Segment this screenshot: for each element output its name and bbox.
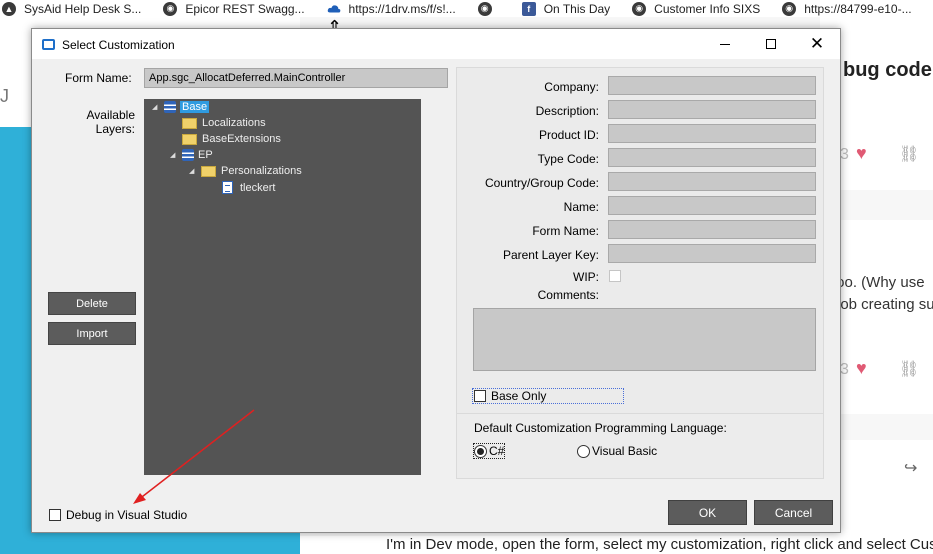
post-heading: bug code — [843, 59, 932, 81]
product-id-field[interactable] — [608, 124, 816, 143]
database-icon — [164, 101, 176, 113]
facebook-icon: f — [521, 1, 536, 16]
country-group-code-label: Country/Group Code: — [484, 176, 599, 190]
description-field[interactable] — [608, 100, 816, 119]
type-code-label: Type Code: — [537, 152, 599, 166]
onedrive-icon — [327, 2, 341, 16]
page-left-glyph: J — [0, 86, 9, 106]
available-layers-label: Available — [86, 108, 135, 122]
description-label: Description: — [535, 104, 599, 118]
close-icon: ✕ — [809, 34, 825, 53]
bookmark-onedrive[interactable]: https://1drv.ms/f/s!... — [327, 2, 456, 16]
ok-button[interactable]: OK — [668, 500, 747, 525]
name-label: Name: — [563, 200, 599, 214]
folder-icon — [182, 133, 197, 145]
globe-icon: ◉ — [477, 1, 492, 16]
globe-icon: ◉ — [632, 1, 647, 16]
name-field[interactable] — [608, 196, 816, 215]
company-label: Company: — [544, 80, 599, 94]
collapse-icon[interactable]: ◢ — [152, 103, 160, 111]
checkbox-icon — [474, 390, 486, 402]
available-layers-label: Layers: — [95, 122, 135, 136]
collapse-icon[interactable]: ◢ — [189, 167, 197, 175]
post-body-text: I'm in Dev mode, open the form, select m… — [300, 536, 933, 554]
window-icon — [42, 39, 55, 50]
tree-node-base[interactable]: ◢ Base — [152, 101, 210, 113]
bookmark-84799[interactable]: ◉ https://84799-e10-... — [782, 1, 912, 16]
minimize-button[interactable] — [702, 29, 748, 59]
company-field[interactable] — [608, 76, 816, 95]
form-name-detail-field[interactable] — [608, 220, 816, 239]
bookmark-on-this-day[interactable]: f On This Day — [521, 1, 610, 16]
reply-icon[interactable]: ↪ — [904, 458, 917, 478]
wip-label: WIP: — [573, 270, 599, 284]
folder-icon — [182, 117, 197, 129]
tree-node-ep[interactable]: ◢ EP — [170, 149, 213, 161]
radio-selected-icon — [474, 444, 487, 458]
sysaid-icon: ▲ — [2, 1, 16, 16]
post-text-line: too. (Why use — [832, 274, 925, 291]
country-group-code-field[interactable] — [608, 172, 816, 191]
like-count: 3 — [840, 146, 849, 163]
dialog-title: Select Customization — [62, 38, 175, 52]
radio-visual-basic[interactable]: Visual Basic — [577, 444, 657, 458]
comments-field[interactable] — [473, 308, 816, 371]
wip-checkbox[interactable] — [609, 270, 621, 282]
close-button[interactable]: ✕ — [794, 29, 840, 59]
like-count: 3 — [840, 361, 849, 378]
comments-label: Comments: — [537, 288, 599, 302]
post-text-line: job creating su — [837, 296, 933, 313]
form-name-field[interactable]: App.sgc_AllocatDeferred.MainController — [144, 68, 448, 88]
database-icon — [182, 149, 194, 161]
link-icon[interactable]: ⛓ — [899, 359, 919, 379]
select-customization-dialog: Select Customization ✕ Form Name: App.sg… — [31, 28, 841, 533]
document-icon — [222, 181, 233, 194]
maximize-button[interactable] — [748, 29, 794, 59]
bookmark-customer-info[interactable]: ◉ Customer Info SIXS — [632, 1, 760, 16]
heart-icon[interactable]: ♥ — [856, 143, 867, 164]
parent-layer-key-label: Parent Layer Key: — [502, 248, 599, 262]
globe-icon: ◉ — [163, 1, 178, 16]
delete-button[interactable]: Delete — [48, 292, 136, 315]
radio-icon — [577, 444, 590, 458]
radio-csharp[interactable]: C# — [472, 443, 506, 459]
debug-in-visual-studio-checkbox[interactable]: Debug in Visual Studio — [48, 508, 187, 522]
maximize-icon — [766, 39, 776, 49]
parent-layer-key-field[interactable] — [608, 244, 816, 263]
folder-icon — [201, 165, 216, 177]
minimize-icon — [720, 43, 730, 45]
import-button[interactable]: Import — [48, 322, 136, 345]
cancel-button[interactable]: Cancel — [754, 500, 833, 525]
checkbox-icon — [49, 509, 61, 521]
dialog-titlebar[interactable]: Select Customization ✕ — [32, 29, 840, 59]
language-label: Default Customization Programming Langua… — [474, 421, 727, 435]
tree-node-personalizations[interactable]: ◢ Personalizations — [189, 165, 302, 177]
heart-icon[interactable]: ♥ — [856, 358, 867, 379]
layers-tree[interactable]: ◢ Base Localizations BaseExtensions ◢ EP… — [144, 99, 421, 475]
form-name-detail-label: Form Name: — [532, 224, 599, 238]
collapse-icon[interactable]: ◢ — [170, 151, 178, 159]
tree-node-tleckert[interactable]: tleckert — [222, 181, 275, 194]
type-code-field[interactable] — [608, 148, 816, 167]
bookmarks-bar: ▲ SysAid Help Desk S... ◉ Epicor REST Sw… — [0, 0, 933, 17]
bookmark-epicor-swagger[interactable]: ◉ Epicor REST Swagg... — [163, 1, 305, 16]
form-name-label: Form Name: — [65, 71, 132, 85]
base-only-checkbox[interactable]: Base Only — [472, 388, 624, 404]
link-icon[interactable]: ⛓ — [899, 144, 919, 164]
bookmark-sysaid[interactable]: ▲ SysAid Help Desk S... — [2, 1, 141, 16]
product-id-label: Product ID: — [538, 128, 599, 142]
bookmark-globe[interactable]: ◉ — [477, 1, 500, 16]
globe-icon: ◉ — [782, 1, 797, 16]
tree-node-baseextensions[interactable]: BaseExtensions — [182, 133, 281, 145]
tree-node-localizations[interactable]: Localizations — [182, 117, 266, 129]
